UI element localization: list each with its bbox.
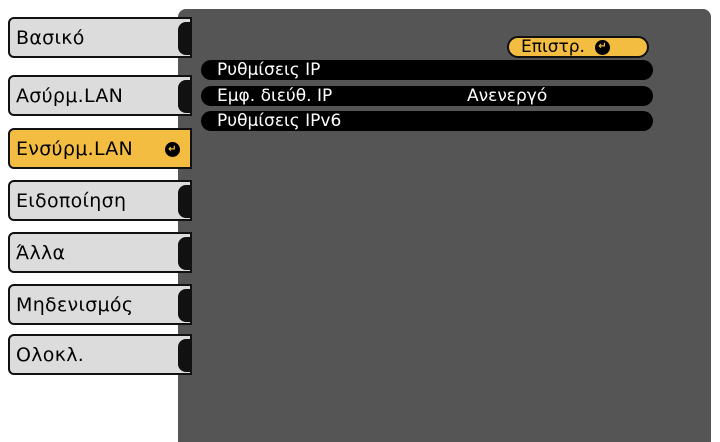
menu-row-ipv6-settings[interactable]: Ρυθμίσεις IPv6	[201, 111, 653, 131]
sidebar-item-basic[interactable]: Βασικό	[8, 17, 192, 58]
sidebar-item-wireless-lan[interactable]: Ασύρμ.LAN	[8, 75, 192, 116]
sidebar-item-reset[interactable]: Μηδενισμός	[8, 284, 192, 325]
menu-row-label: Ρυθμίσεις IPv6	[217, 111, 342, 131]
sidebar-item-label: Βασικό	[16, 26, 85, 49]
sidebar-item-label: Ειδοποίηση	[16, 189, 127, 212]
sidebar-item-label: Ολοκλ.	[16, 343, 85, 366]
sidebar-item-label: Ενσύρμ.LAN	[16, 137, 134, 160]
tab-divider	[178, 22, 192, 55]
menu-row-label: Εμφ. διεύθ. IP	[217, 86, 333, 106]
tab-divider	[178, 80, 192, 113]
menu-row-ip-settings[interactable]: Ρυθμίσεις IP	[201, 60, 653, 80]
sidebar-item-notification[interactable]: Ειδοποίηση	[8, 180, 192, 221]
menu-row-value: Ανενεργό	[467, 86, 548, 106]
sidebar-item-label: Άλλα	[16, 241, 66, 264]
tab-divider	[178, 237, 192, 270]
back-button-label: Επιστρ.	[521, 37, 585, 57]
enter-icon: ↵	[594, 39, 610, 55]
tab-divider	[178, 289, 192, 322]
tab-divider	[178, 339, 192, 372]
tab-divider	[178, 185, 192, 218]
sidebar-item-other[interactable]: Άλλα	[8, 232, 192, 273]
sidebar-item-complete[interactable]: Ολοκλ.	[8, 334, 192, 375]
back-button[interactable]: Επιστρ. ↵	[507, 36, 649, 58]
enter-icon: ↵	[165, 142, 180, 157]
sidebar-item-label: Μηδενισμός	[16, 293, 134, 316]
menu-row-label: Ρυθμίσεις IP	[217, 60, 321, 80]
sidebar-item-wired-lan[interactable]: Ενσύρμ.LAN ↵	[8, 128, 192, 169]
sidebar-item-label: Ασύρμ.LAN	[16, 84, 124, 107]
menu-row-display-ip[interactable]: Εμφ. διεύθ. IP Ανενεργό	[201, 86, 653, 106]
